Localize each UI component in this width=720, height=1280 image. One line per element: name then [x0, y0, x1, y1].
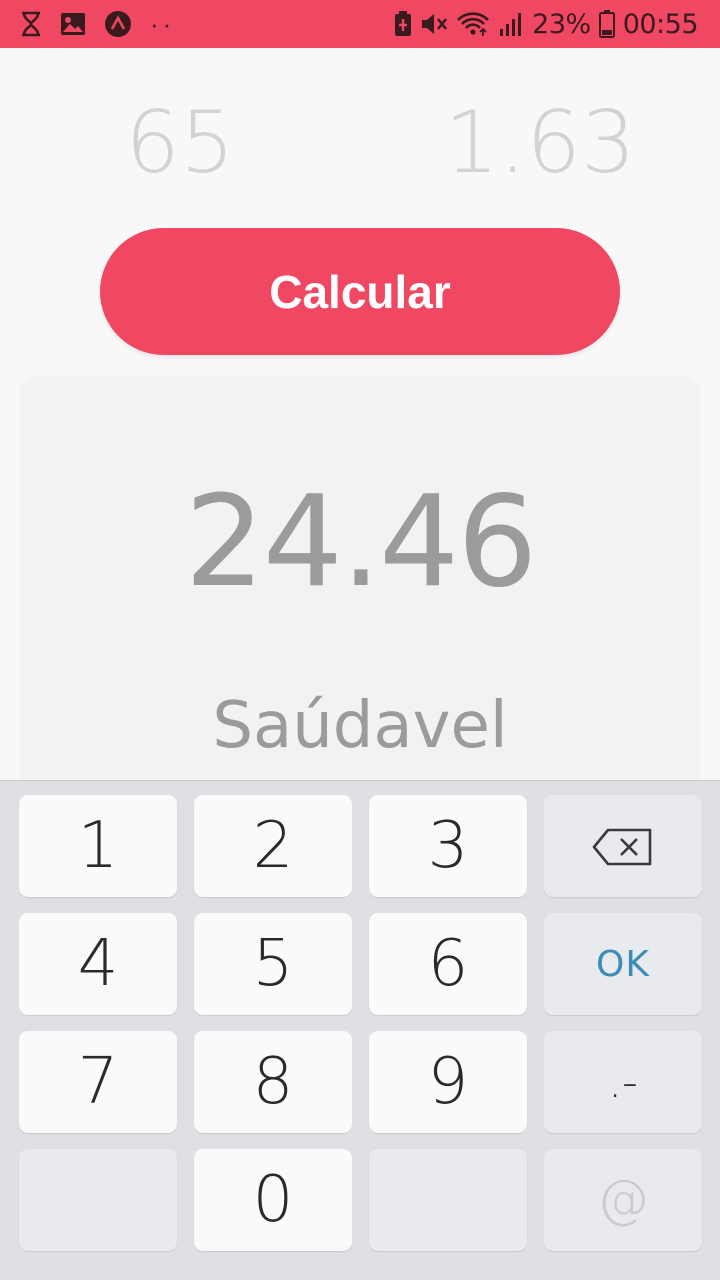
backspace-key[interactable] [544, 795, 702, 897]
image-icon [60, 12, 86, 36]
backspace-icon [592, 809, 654, 883]
calculate-button[interactable]: Calcular [100, 228, 620, 355]
mute-icon [420, 11, 448, 37]
inputs-row: 65 1.63 [0, 88, 720, 198]
more-dots-icon: ·· [150, 9, 176, 39]
punctuation-key[interactable]: .- [544, 1031, 702, 1133]
ok-key[interactable]: OK [544, 913, 702, 1015]
numeric-keyboard: 1 2 3 4 5 6 OK 7 8 9 .- 0 @ [0, 780, 720, 1280]
battery-percent: 23% [532, 8, 591, 40]
key-empty-right [369, 1149, 527, 1251]
result-card: 24.46 Saúdavel [20, 376, 700, 816]
status-bar: ·· 23% 00:55 [0, 0, 720, 48]
bmi-result-value: 24.46 [184, 468, 538, 615]
hourglass-icon [20, 11, 42, 37]
app-logo-icon [104, 10, 132, 38]
key-2[interactable]: 2 [194, 795, 352, 897]
key-9[interactable]: 9 [369, 1031, 527, 1133]
wifi-icon [456, 11, 490, 37]
key-1[interactable]: 1 [19, 795, 177, 897]
key-4[interactable]: 4 [19, 913, 177, 1015]
weight-input[interactable]: 65 [60, 88, 300, 198]
key-empty-left [19, 1149, 177, 1251]
at-key[interactable]: @ [544, 1149, 702, 1251]
clock: 00:55 [622, 8, 699, 40]
bmi-classification: Saúdavel [212, 689, 508, 763]
key-3[interactable]: 3 [369, 795, 527, 897]
height-input[interactable]: 1.63 [400, 88, 680, 198]
status-bar-right: 23% 00:55 [386, 8, 699, 40]
status-bar-left: ·· [20, 10, 193, 38]
key-7[interactable]: 7 [19, 1031, 177, 1133]
key-5[interactable]: 5 [194, 913, 352, 1015]
key-8[interactable]: 8 [194, 1031, 352, 1133]
battery-saver-icon [394, 11, 412, 37]
key-6[interactable]: 6 [369, 913, 527, 1015]
key-0[interactable]: 0 [194, 1149, 352, 1251]
battery-icon [598, 10, 615, 38]
signal-icon [498, 11, 524, 37]
